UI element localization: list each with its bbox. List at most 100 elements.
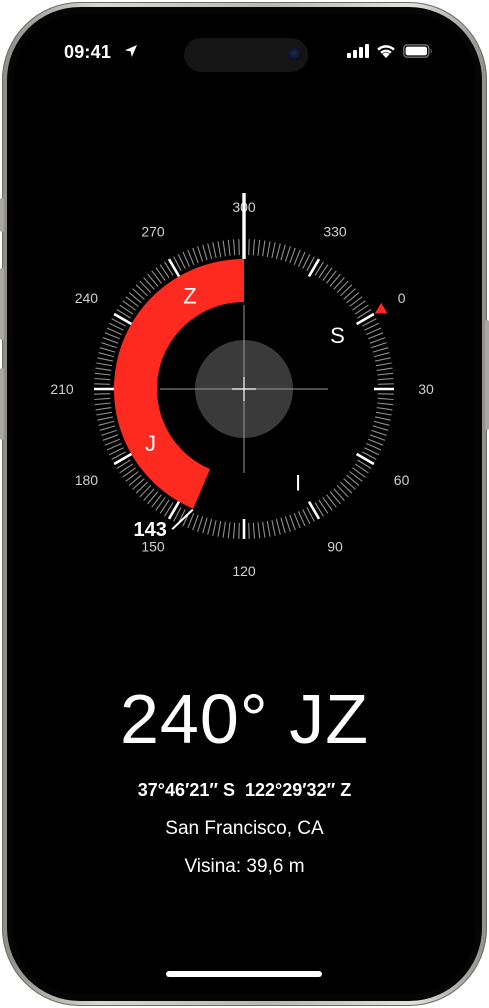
minor-tick: [340, 481, 353, 494]
cellular-signal-icon: [347, 43, 369, 58]
minor-tick: [262, 240, 266, 257]
minor-tick: [343, 478, 356, 490]
minor-tick: [271, 519, 276, 536]
status-icons: [347, 43, 433, 58]
minor-tick: [238, 522, 240, 539]
minor-tick: [377, 393, 394, 395]
degree-label: 30: [418, 381, 434, 397]
minor-tick: [374, 357, 391, 362]
minor-tick: [143, 488, 155, 501]
bearing-pointer: [171, 508, 194, 530]
minor-tick: [135, 481, 148, 494]
minor-tick: [227, 522, 231, 539]
minor-tick: [377, 383, 394, 385]
minor-tick: [374, 416, 391, 421]
minor-tick: [372, 347, 389, 353]
compass-dial[interactable]: 0306090120150180210240270300330SIJZ143: [14, 164, 475, 614]
minor-tick: [102, 434, 119, 441]
minor-tick: [132, 478, 145, 490]
minor-tick: [280, 517, 286, 534]
screen: 09:41 0 30 60 90 120 150 180 210 240 270…: [14, 14, 475, 994]
minor-tick: [333, 488, 345, 501]
degree-label: 0: [398, 290, 406, 306]
minor-tick: [104, 438, 121, 446]
minor-tick: [333, 277, 345, 290]
minor-tick: [222, 521, 226, 538]
status-time: 09:41: [64, 42, 112, 62]
minor-tick: [139, 280, 152, 293]
minor-tick: [284, 516, 291, 532]
minor-tick: [94, 377, 111, 381]
minor-tick: [367, 332, 384, 340]
degree-label: 120: [232, 563, 256, 579]
minor-tick: [101, 342, 117, 349]
minor-tick: [366, 442, 382, 451]
status-bar: 09:41: [14, 14, 475, 74]
minor-tick: [293, 249, 301, 266]
minor-tick: [101, 429, 117, 436]
minor-tick: [212, 242, 217, 259]
minor-tick: [377, 402, 394, 406]
minor-tick: [95, 407, 112, 411]
minor-tick: [289, 514, 296, 531]
minor-tick: [369, 337, 386, 344]
minor-tick: [275, 243, 281, 260]
action-button: [0, 198, 4, 232]
minor-tick: [376, 407, 393, 411]
major-tick: [355, 312, 375, 326]
major-tick: [113, 312, 133, 326]
minor-tick: [95, 367, 112, 371]
minor-tick: [373, 352, 390, 358]
coordinates-readout[interactable]: 37°46′21″ S 122°29′32″ Z: [14, 780, 475, 801]
degree-label: 60: [394, 472, 410, 488]
minor-tick: [192, 247, 199, 264]
major-tick: [307, 258, 321, 278]
city-readout: San Francisco, CA: [165, 818, 324, 839]
degree-label: 270: [141, 223, 165, 239]
degree-label: 240: [75, 290, 99, 306]
minor-tick: [266, 520, 271, 537]
minor-tick: [271, 242, 276, 259]
cardinal-north: S: [330, 323, 345, 348]
minor-tick: [248, 239, 250, 256]
minor-tick: [135, 284, 148, 297]
wifi-icon: [377, 45, 395, 58]
minor-tick: [202, 517, 208, 534]
minor-tick: [252, 522, 256, 539]
minor-tick: [297, 511, 306, 527]
minor-tick: [377, 372, 394, 376]
minor-tick: [99, 347, 116, 353]
volume-down-button: [0, 368, 4, 440]
minor-tick: [217, 241, 222, 258]
minor-tick: [98, 352, 115, 358]
minor-tick: [262, 521, 266, 538]
home-indicator[interactable]: [166, 971, 322, 977]
volume-up-button: [0, 268, 4, 340]
major-tick: [113, 452, 133, 466]
minor-tick: [98, 420, 115, 426]
minor-tick: [232, 522, 236, 539]
minor-tick: [371, 342, 387, 349]
degree-label: 180: [75, 472, 99, 488]
minor-tick: [96, 362, 113, 367]
minor-tick: [182, 251, 191, 267]
minor-tick: [106, 442, 122, 451]
minor-tick: [366, 327, 382, 336]
minor-tick: [187, 249, 195, 266]
minor-tick: [280, 244, 286, 261]
major-tick: [167, 258, 181, 278]
cardinal-west: Z: [183, 284, 196, 309]
minor-tick: [343, 288, 356, 300]
minor-tick: [106, 327, 122, 336]
minor-tick: [336, 280, 349, 293]
minor-tick: [139, 485, 152, 498]
degree-label: 210: [50, 381, 74, 397]
minor-tick: [222, 240, 226, 257]
minor-tick: [257, 522, 261, 539]
minor-tick: [143, 277, 155, 290]
minor-tick: [232, 239, 236, 256]
minor-tick: [367, 438, 384, 446]
minor-tick: [375, 411, 392, 416]
minor-tick: [266, 241, 271, 258]
minor-tick: [377, 377, 394, 381]
